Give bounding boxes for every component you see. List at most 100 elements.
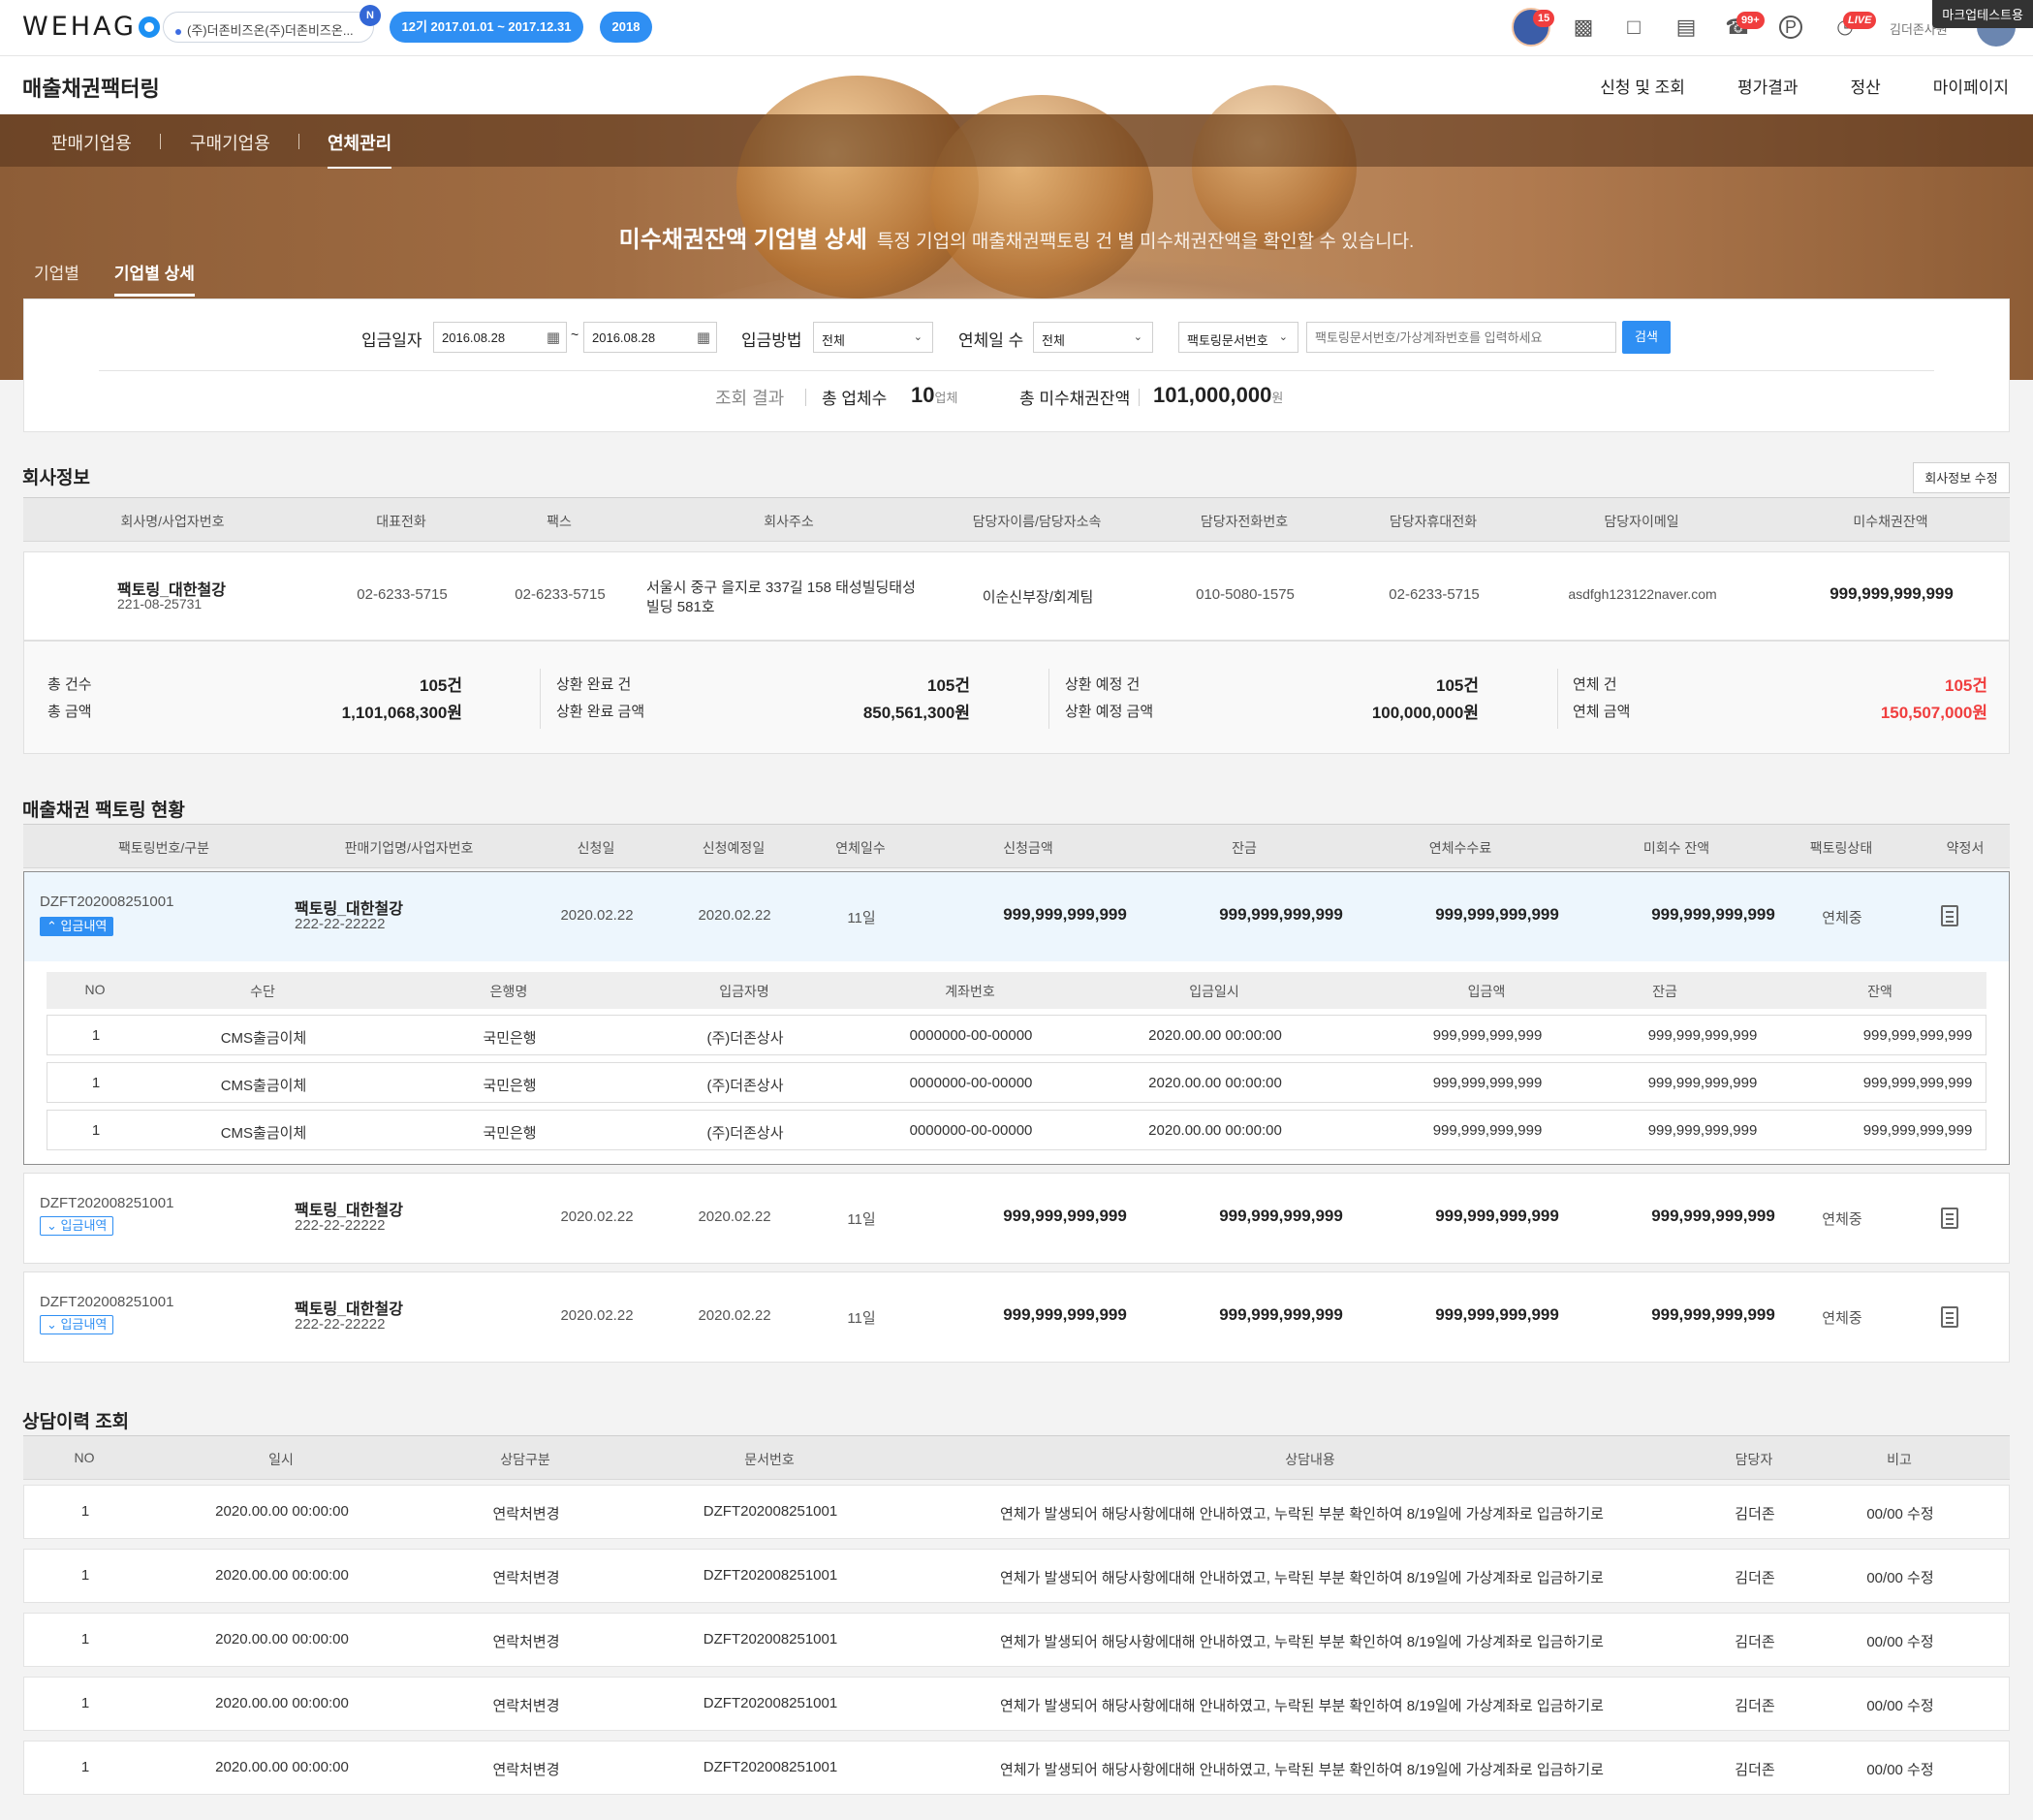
factoring-doc-no: DZFT202008251001 bbox=[40, 1294, 174, 1310]
chevron-down-icon: ⌄ bbox=[47, 1218, 57, 1233]
apply-amount: 999,999,999,999 bbox=[1003, 1207, 1127, 1225]
summary-label: 연체 건 bbox=[1573, 676, 1617, 693]
fiscal-period-pill[interactable]: 12기 2017.01.01 ~ 2017.12.31 bbox=[390, 12, 583, 43]
menu-mypage[interactable]: 마이페이지 bbox=[1933, 74, 2009, 98]
doc-type-select[interactable]: 팩토링문서번호 ⌄ bbox=[1178, 322, 1298, 353]
markup-test-label: 마크업테스트용 bbox=[1932, 0, 2033, 28]
sub-tabs: 기업별 기업별 상세 bbox=[34, 260, 230, 297]
history-row[interactable]: 1 2020.00.00 00:00:00 연락처변경 DZFT20200825… bbox=[23, 1485, 2010, 1539]
search-button[interactable]: 검색 bbox=[1622, 321, 1671, 354]
overdue-amount: 150,507,000원 bbox=[1880, 704, 1987, 722]
summary-panel: 총 건수 총 금액 105건 1,101,068,300원 상환 완료 건 상환… bbox=[23, 641, 2010, 754]
company-address-line1: 서울시 중구 을지로 337길 158 태성빌딩태성 bbox=[646, 580, 916, 596]
deposit-method: CMS출금이체 bbox=[220, 1078, 307, 1094]
message-icon[interactable]: □ bbox=[1620, 14, 1647, 41]
chevron-up-icon: ⌃ bbox=[47, 919, 57, 933]
deposit-bank: 국민은행 bbox=[483, 1078, 537, 1094]
deposit-row: 1 CMS출금이체 국민은행 (주)더존상사 0000000-00-00000 … bbox=[47, 1015, 1986, 1055]
col-overdue-fee: 연체수수료 bbox=[1428, 840, 1492, 856]
history-no: 1 bbox=[80, 1759, 90, 1775]
total-receivable: 101,000,000원 bbox=[1153, 383, 1284, 407]
subtab-by-company[interactable]: 기업별 bbox=[34, 260, 79, 297]
deposit-method: CMS출금이체 bbox=[220, 1030, 307, 1047]
tab-seller[interactable]: 판매기업용 bbox=[51, 130, 132, 155]
seller-biz-no: 222-22-22222 bbox=[295, 1217, 386, 1234]
deposit-toggle[interactable]: ⌃ 입금내역 bbox=[40, 917, 114, 936]
history-manager: 김더존 bbox=[1735, 1698, 1775, 1714]
contract-icon[interactable] bbox=[1941, 1208, 1958, 1229]
deposit-toggle[interactable]: ⌄ 입금내역 bbox=[40, 1315, 114, 1334]
history-row[interactable]: 1 2020.00.00 00:00:00 연락처변경 DZFT20200825… bbox=[23, 1549, 2010, 1603]
date-from-input[interactable]: 2016.08.28 ▦ bbox=[433, 322, 567, 353]
menu-apply[interactable]: 신청 및 조회 bbox=[1600, 74, 1685, 98]
page-description: 특정 기업의 매출채권팩토링 건 별 미수채권잔액을 확인할 수 있습니다. bbox=[876, 232, 1415, 252]
history-datetime: 2020.00.00 00:00:00 bbox=[215, 1759, 349, 1775]
history-row[interactable]: 1 2020.00.00 00:00:00 연락처변경 DZFT20200825… bbox=[23, 1677, 2010, 1731]
wehago-logo[interactable]: WEHAG bbox=[22, 12, 160, 42]
history-type: 연락처변경 bbox=[492, 1506, 560, 1522]
col-note: 비고 bbox=[1887, 1452, 1912, 1467]
year-pill[interactable]: 2018 bbox=[600, 12, 652, 43]
apply-date: 2020.02.22 bbox=[560, 907, 634, 924]
history-content: 연체가 발생되어 해당사항에대해 안내하였고, 누락된 부분 확인하여 8/19… bbox=[1000, 1762, 1604, 1778]
menu-evaluation[interactable]: 평가결과 bbox=[1737, 74, 1798, 98]
history-type: 연락처변경 bbox=[492, 1634, 560, 1650]
contract-icon[interactable] bbox=[1941, 905, 1958, 926]
seller-biz-no: 222-22-22222 bbox=[295, 1316, 386, 1333]
date-label: 입금일자 bbox=[361, 331, 422, 350]
summary-value: 105건 bbox=[926, 676, 970, 695]
history-row[interactable]: 1 2020.00.00 00:00:00 연락처변경 DZFT20200825… bbox=[23, 1613, 2010, 1667]
video-icon[interactable]: ▩ bbox=[1570, 14, 1597, 41]
history-content: 연체가 발생되어 해당사항에대해 안내하였고, 누락된 부분 확인하여 8/19… bbox=[1000, 1634, 1604, 1650]
p-icon[interactable]: P bbox=[1779, 16, 1802, 39]
main-tabs: 판매기업용 구매기업용 연체관리 bbox=[0, 114, 2033, 169]
col-no: NO bbox=[84, 982, 106, 997]
history-doc-no: DZFT202008251001 bbox=[703, 1695, 838, 1711]
company-section-title: 회사정보 bbox=[22, 468, 90, 488]
overdue-days-select[interactable]: 전체 ⌄ bbox=[1033, 322, 1153, 353]
overdue-days: 11일 bbox=[847, 910, 876, 926]
total-receivable-label: 총 미수채권잔액 bbox=[1019, 390, 1131, 408]
summary-label: 상환 완료 금액 bbox=[556, 704, 645, 720]
calendar-icon[interactable]: ▦ bbox=[547, 329, 560, 346]
col-content: 상담내용 bbox=[1285, 1452, 1335, 1467]
factoring-row[interactable]: DZFT202008251001 ⌄ 입금내역 팩토링_대한철강 222-22-… bbox=[23, 1271, 2010, 1363]
company-new-badge: N bbox=[360, 5, 381, 26]
manager-email[interactable]: asdfgh123122naver.com bbox=[1568, 586, 1716, 602]
date-to-input[interactable]: 2016.08.28 ▦ bbox=[583, 322, 717, 353]
col-deposit-remain: 잔액 bbox=[1867, 984, 1892, 999]
apply-amount: 999,999,999,999 bbox=[1003, 905, 1127, 924]
contract-icon[interactable] bbox=[1941, 1306, 1958, 1328]
history-datetime: 2020.00.00 00:00:00 bbox=[215, 1695, 349, 1711]
chevron-down-icon: ⌄ bbox=[1278, 331, 1288, 343]
summary-label: 상환 예정 금액 bbox=[1065, 704, 1154, 720]
service-title: 매출채권팩터링 bbox=[22, 77, 160, 101]
menu-settlement[interactable]: 정산 bbox=[1851, 74, 1881, 98]
summary-value: 100,000,000원 bbox=[1371, 704, 1479, 722]
summary-value: 105건 bbox=[419, 676, 462, 695]
factoring-row[interactable]: DZFT202008251001 ⌄ 입금내역 팩토링_대한철강 222-22-… bbox=[23, 1173, 2010, 1264]
subtab-company-detail[interactable]: 기업별 상세 bbox=[113, 260, 195, 297]
manager-name: 이순신부장/회계팀 bbox=[982, 589, 1094, 606]
edit-company-button[interactable]: 회사정보 수정 bbox=[1913, 462, 2010, 493]
history-datetime: 2020.00.00 00:00:00 bbox=[215, 1631, 349, 1647]
history-note: 00/00 수정 bbox=[1866, 1506, 1934, 1522]
history-row[interactable]: 1 2020.00.00 00:00:00 연락처변경 DZFT20200825… bbox=[23, 1741, 2010, 1795]
deposit-no: 1 bbox=[91, 1075, 101, 1091]
factoring-doc-no: DZFT202008251001 bbox=[40, 894, 174, 910]
company-selector[interactable]: (주)더존비즈온(주)더존비즈온... bbox=[163, 12, 374, 43]
note-icon[interactable]: ▤ bbox=[1673, 14, 1700, 41]
tab-buyer[interactable]: 구매기업용 bbox=[190, 130, 270, 155]
summary-label: 연체 금액 bbox=[1573, 704, 1631, 720]
keyword-input[interactable] bbox=[1306, 322, 1616, 353]
calendar-icon[interactable]: ▦ bbox=[697, 329, 710, 346]
apply-date: 2020.02.22 bbox=[560, 1208, 634, 1225]
factoring-doc-no: DZFT202008251001 bbox=[40, 1195, 174, 1211]
deposit-datetime: 2020.00.00 00:00:00 bbox=[1148, 1027, 1282, 1044]
history-doc-no: DZFT202008251001 bbox=[703, 1503, 838, 1520]
tab-overdue[interactable]: 연체관리 bbox=[328, 130, 392, 169]
deposit-toggle[interactable]: ⌄ 입금내역 bbox=[40, 1216, 114, 1236]
col-overdue-days: 연체일수 bbox=[835, 840, 886, 856]
method-select[interactable]: 전체 ⌄ bbox=[813, 322, 933, 353]
history-manager: 김더존 bbox=[1735, 1634, 1775, 1650]
